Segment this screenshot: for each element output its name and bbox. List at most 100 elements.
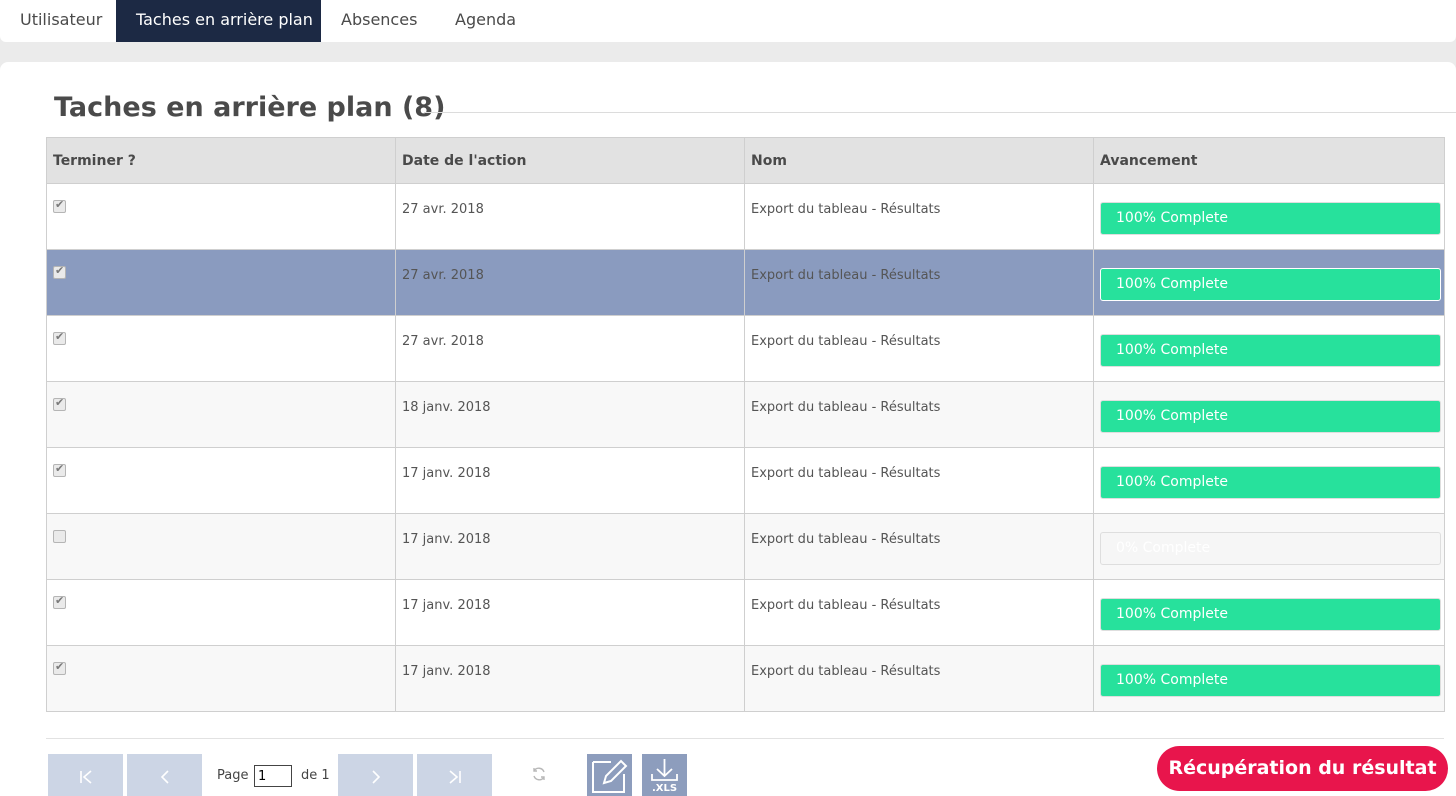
name-cell: Export du tableau - Résultats xyxy=(744,579,1094,646)
table-row[interactable]: 17 janv. 2018 Export du tableau - Résulta… xyxy=(46,447,1445,514)
action-date: 17 janv. 2018 xyxy=(402,466,491,481)
tab-taches-arriere-plan[interactable]: Taches en arrière plan xyxy=(116,0,321,42)
date-cell: 27 avr. 2018 xyxy=(395,249,745,316)
progress-cell: 100% Complete xyxy=(1093,447,1445,514)
refresh-icon xyxy=(533,767,545,781)
done-checkbox[interactable] xyxy=(53,660,66,675)
column-header-date[interactable]: Date de l'action xyxy=(395,137,745,184)
date-cell: 17 janv. 2018 xyxy=(395,645,745,712)
xls-label: .XLS xyxy=(651,783,678,794)
tab-bar: Utilisateur Taches en arrière plan Absen… xyxy=(0,0,1456,42)
export-xls-button[interactable]: .XLS xyxy=(642,754,687,796)
name-cell: Export du tableau - Résultats xyxy=(744,381,1094,448)
action-date: 27 avr. 2018 xyxy=(402,202,484,217)
column-header-avancement[interactable]: Avancement xyxy=(1093,137,1445,184)
progress-label: 0% Complete xyxy=(1116,540,1211,556)
last-page-icon xyxy=(448,769,461,784)
progress-cell: 100% Complete xyxy=(1093,249,1445,316)
page-count-label: de 1 xyxy=(301,768,330,783)
date-cell: 18 janv. 2018 xyxy=(395,381,745,448)
action-date: 17 janv. 2018 xyxy=(402,664,491,679)
done-checkbox[interactable] xyxy=(53,396,66,411)
tab-absences[interactable]: Absences xyxy=(321,0,437,42)
table-row[interactable]: 17 janv. 2018 Export du tableau - Résulta… xyxy=(46,645,1445,712)
name-cell: Export du tableau - Résultats xyxy=(744,315,1094,382)
done-cell xyxy=(46,183,396,250)
date-cell: 27 avr. 2018 xyxy=(395,315,745,382)
progress-label: 100% Complete xyxy=(1116,342,1228,358)
name-cell: Export du tableau - Résultats xyxy=(744,513,1094,580)
task-name: Export du tableau - Résultats xyxy=(751,532,941,547)
table-row[interactable]: 27 avr. 2018 Export du tableau - Résultat… xyxy=(46,249,1445,316)
action-date: 27 avr. 2018 xyxy=(402,334,484,349)
table-row[interactable]: 17 janv. 2018 Export du tableau - Résulta… xyxy=(46,579,1445,646)
column-header-nom[interactable]: Nom xyxy=(744,137,1094,184)
next-page-button[interactable] xyxy=(338,754,413,796)
table-row[interactable]: 27 avr. 2018 Export du tableau - Résultat… xyxy=(46,183,1445,250)
tab-utilisateur[interactable]: Utilisateur xyxy=(0,0,122,42)
done-checkbox[interactable] xyxy=(53,594,66,609)
date-cell: 27 avr. 2018 xyxy=(395,183,745,250)
task-name: Export du tableau - Résultats xyxy=(751,202,941,217)
progress-label: 100% Complete xyxy=(1116,474,1228,490)
progress-bar: 100% Complete xyxy=(1100,202,1441,235)
task-name: Export du tableau - Résultats xyxy=(751,664,941,679)
action-date: 27 avr. 2018 xyxy=(402,268,484,283)
done-cell xyxy=(46,315,396,382)
progress-bar: 100% Complete xyxy=(1100,664,1441,697)
progress-cell: 100% Complete xyxy=(1093,579,1445,646)
table-row[interactable]: 27 avr. 2018 Export du tableau - Résultat… xyxy=(46,315,1445,382)
task-name: Export du tableau - Résultats xyxy=(751,598,941,613)
done-checkbox[interactable] xyxy=(53,330,66,345)
page-title: Taches en arrière plan (8) xyxy=(54,92,446,123)
edit-button[interactable] xyxy=(587,754,632,796)
last-page-button[interactable] xyxy=(417,754,492,796)
task-name: Export du tableau - Résultats xyxy=(751,268,941,283)
prev-page-button[interactable] xyxy=(127,754,202,796)
date-cell: 17 janv. 2018 xyxy=(395,447,745,514)
refresh-button[interactable] xyxy=(531,766,547,786)
title-divider xyxy=(424,112,1456,113)
progress-bar: 100% Complete xyxy=(1100,268,1441,301)
done-checkbox[interactable] xyxy=(53,462,66,477)
done-cell xyxy=(46,249,396,316)
progress-cell: 100% Complete xyxy=(1093,645,1445,712)
progress-label: 100% Complete xyxy=(1116,210,1228,226)
page-label: Page xyxy=(217,768,249,783)
recuperation-resultat-button[interactable]: Récupération du résultat xyxy=(1157,746,1448,791)
progress-cell: 100% Complete xyxy=(1093,315,1445,382)
progress-bar: 100% Complete xyxy=(1100,334,1441,367)
date-cell: 17 janv. 2018 xyxy=(395,513,745,580)
done-cell xyxy=(46,579,396,646)
task-name: Export du tableau - Résultats xyxy=(751,334,941,349)
action-date: 17 janv. 2018 xyxy=(402,598,491,613)
progress-cell: 100% Complete xyxy=(1093,183,1445,250)
tab-agenda[interactable]: Agenda xyxy=(435,0,536,42)
column-header-terminer[interactable]: Terminer ? xyxy=(46,137,396,184)
name-cell: Export du tableau - Résultats xyxy=(744,183,1094,250)
table-row[interactable]: 18 janv. 2018 Export du tableau - Résulta… xyxy=(46,381,1445,448)
page-number-input[interactable] xyxy=(254,765,292,787)
progress-label: 100% Complete xyxy=(1116,606,1228,622)
edit-icon xyxy=(592,759,628,793)
progress-cell: 0% Complete xyxy=(1093,513,1445,580)
action-date: 17 janv. 2018 xyxy=(402,532,491,547)
done-checkbox[interactable] xyxy=(53,198,66,213)
progress-bar: 100% Complete xyxy=(1100,598,1441,631)
first-page-button[interactable] xyxy=(48,754,123,796)
first-page-icon xyxy=(79,769,92,784)
progress-bar: 0% Complete xyxy=(1100,532,1441,565)
done-checkbox[interactable] xyxy=(53,530,66,543)
prev-page-icon xyxy=(160,769,169,784)
done-cell xyxy=(46,381,396,448)
main-panel: Taches en arrière plan (8) Terminer ? Da… xyxy=(0,62,1456,796)
action-date: 18 janv. 2018 xyxy=(402,400,491,415)
date-cell: 17 janv. 2018 xyxy=(395,579,745,646)
done-cell xyxy=(46,447,396,514)
done-checkbox[interactable] xyxy=(53,264,66,279)
table-row[interactable]: 17 janv. 2018 Export du tableau - Résulta… xyxy=(46,513,1445,580)
table-header-row: Terminer ? Date de l'action Nom Avanceme… xyxy=(46,137,1445,184)
progress-cell: 100% Complete xyxy=(1093,381,1445,448)
done-cell xyxy=(46,513,396,580)
progress-label: 100% Complete xyxy=(1116,276,1228,292)
